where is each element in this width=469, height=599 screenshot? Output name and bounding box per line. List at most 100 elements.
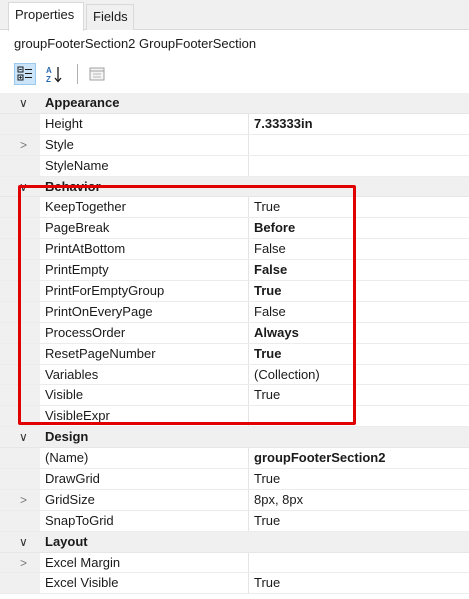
alphabetical-sort-icon: A Z [46,66,62,83]
property-pages-icon [89,67,105,81]
row-gutter [0,155,40,176]
property-row-printempty[interactable]: PrintEmpty False [0,260,469,282]
row-gutter [0,322,40,343]
property-name: Style [45,136,74,152]
property-value[interactable] [248,406,469,427]
property-value[interactable]: groupFooterSection2 [248,448,469,469]
property-value[interactable] [248,552,469,573]
property-name: Height [45,115,83,131]
property-name: KeepTogether [45,199,126,215]
property-value[interactable]: False [248,260,469,281]
category-label: Layout [45,533,88,549]
property-row-height[interactable]: Height 7.33333in [0,113,469,135]
property-name: VisibleExpr [45,408,110,424]
property-row-excel-margin[interactable]: > Excel Margin [0,552,469,574]
property-value[interactable]: Always [248,322,469,343]
property-value[interactable]: True [248,197,469,218]
property-row-gridsize[interactable]: > GridSize 8px, 8px [0,489,469,511]
property-row-name[interactable]: (Name) groupFooterSection2 [0,448,469,470]
category-design[interactable]: ∨ Design [0,427,469,449]
collapse-icon[interactable]: ∨ [19,93,28,113]
property-name: ResetPageNumber [45,345,156,361]
property-row-resetpagenumber[interactable]: ResetPageNumber True [0,343,469,365]
property-name: SnapToGrid [45,512,114,528]
svg-text:Z: Z [46,75,51,83]
property-row-visible[interactable]: Visible True [0,385,469,407]
property-value[interactable] [248,134,469,155]
property-row-pagebreak[interactable]: PageBreak Before [0,218,469,240]
category-appearance[interactable]: ∨ Appearance [0,93,469,114]
category-label: Behavior [45,178,101,194]
property-row-printoneverypage[interactable]: PrintOnEveryPage False [0,301,469,323]
property-row-printforemptygroup[interactable]: PrintForEmptyGroup True [0,281,469,302]
property-value[interactable]: True [248,385,469,406]
property-row-processorder[interactable]: ProcessOrder Always [0,322,469,344]
property-name: PrintForEmptyGroup [45,283,165,299]
property-value[interactable]: False [248,239,469,260]
property-row-variables[interactable]: Variables (Collection) [0,364,469,386]
property-row-visibleexpr[interactable]: VisibleExpr [0,406,469,428]
property-name: Excel Visible [45,575,119,591]
property-name: Excel Margin [45,554,121,570]
property-value[interactable]: True [248,343,469,364]
property-row-snaptogrid[interactable]: SnapToGrid True [0,510,469,532]
row-gutter [0,406,40,427]
property-pages-button[interactable] [86,63,108,85]
property-value[interactable]: 7.33333in [248,113,469,134]
category-layout[interactable]: ∨ Layout [0,531,469,553]
row-gutter [0,301,40,322]
property-row-keeptogether[interactable]: KeepTogether True [0,197,469,219]
collapse-icon[interactable]: ∨ [19,177,28,197]
expand-icon[interactable]: > [20,490,27,510]
property-value[interactable]: Before [248,218,469,239]
property-name: Variables [45,366,99,382]
property-row-stylename[interactable]: StyleName [0,155,469,177]
property-value[interactable]: False [248,301,469,322]
property-name: DrawGrid [45,471,100,487]
property-name: GridSize [45,491,95,507]
property-name: PrintAtBottom [45,241,126,257]
collapse-icon[interactable]: ∨ [19,532,28,552]
collapse-icon[interactable]: ∨ [19,427,28,447]
row-gutter [0,448,40,469]
property-value[interactable]: 8px, 8px [248,489,469,510]
object-selector[interactable]: groupFooterSection2 GroupFooterSection [14,36,256,51]
alphabetical-sort-button[interactable]: A Z [44,63,66,85]
svg-text:A: A [46,66,52,75]
property-row-drawgrid[interactable]: DrawGrid True [0,469,469,490]
property-name: StyleName [45,157,109,173]
property-name: PrintOnEveryPage [45,303,153,319]
property-value[interactable] [248,155,469,176]
property-name: PageBreak [45,220,110,236]
tab-properties[interactable]: Properties [8,2,84,31]
property-row-style[interactable]: > Style [0,134,469,156]
property-value[interactable]: (Collection) [248,364,469,385]
row-gutter [0,113,40,134]
property-value[interactable]: True [248,469,469,489]
property-value[interactable]: True [248,510,469,531]
toolbar-separator [77,64,78,84]
expand-icon[interactable]: > [20,135,27,155]
property-value[interactable]: True [248,573,469,594]
row-gutter [0,510,40,531]
tab-strip: Properties Fields [0,0,469,31]
row-gutter [0,281,40,301]
property-grid: ∨ Appearance Height 7.33333in > Style St… [0,93,469,595]
toolbar: A Z [0,58,469,90]
expand-icon[interactable]: > [20,553,27,573]
row-gutter [0,364,40,385]
row-gutter [0,239,40,260]
row-gutter [0,573,40,594]
property-row-excel-visible[interactable]: Excel Visible True [0,573,469,595]
row-gutter [0,469,40,489]
categorized-view-button[interactable] [14,63,36,85]
row-gutter [0,343,40,364]
categorized-view-icon [17,66,32,81]
category-behavior[interactable]: ∨ Behavior [0,176,469,198]
property-row-printatbottom[interactable]: PrintAtBottom False [0,239,469,261]
row-gutter [0,385,40,406]
category-label: Appearance [45,95,120,110]
tab-fields[interactable]: Fields [86,4,134,30]
property-value[interactable]: True [248,281,469,301]
category-label: Design [45,429,89,445]
